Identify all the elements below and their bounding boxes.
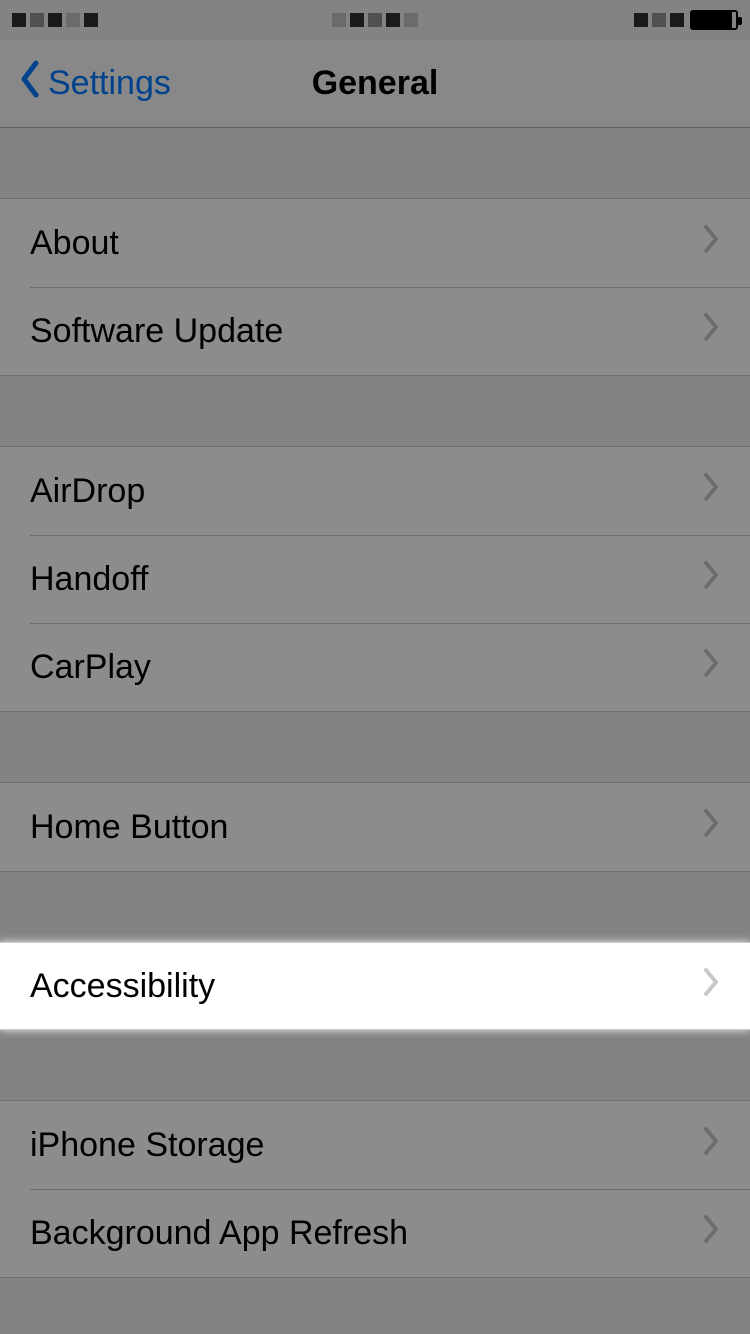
row-label: About [30,224,119,263]
chevron-right-icon [702,560,720,599]
group-spacer [0,712,750,782]
back-label: Settings [48,64,171,103]
group-spacer [0,128,750,198]
chevron-right-icon [702,1214,720,1253]
status-right [634,10,738,30]
row-software-update[interactable]: Software Update [0,287,750,375]
row-home-button[interactable]: Home Button [0,783,750,871]
group-storage: iPhone Storage Background App Refresh [0,1100,750,1278]
row-label: CarPlay [30,648,151,687]
chevron-right-icon [702,312,720,351]
row-accessibility[interactable]: Accessibility [0,942,750,1030]
group-about: About Software Update [0,198,750,376]
chevron-right-icon [702,967,720,1006]
chevron-right-icon [702,808,720,847]
group-home-button: Home Button [0,782,750,872]
group-spacer [0,1030,750,1100]
group-spacer [0,376,750,446]
chevron-left-icon [18,59,42,108]
row-airdrop[interactable]: AirDrop [0,447,750,535]
row-label: Home Button [30,808,228,847]
back-button[interactable]: Settings [0,59,171,108]
row-iphone-storage[interactable]: iPhone Storage [0,1101,750,1189]
row-label: Handoff [30,560,148,599]
clock [332,13,418,27]
row-label: AirDrop [30,472,145,511]
page-title: General [312,64,439,103]
status-left [12,13,98,27]
row-handoff[interactable]: Handoff [0,535,750,623]
status-center [332,13,418,27]
row-background-app-refresh[interactable]: Background App Refresh [0,1189,750,1277]
row-label: iPhone Storage [30,1126,264,1165]
row-about[interactable]: About [0,199,750,287]
row-label: Software Update [30,312,283,351]
row-label: Accessibility [30,967,215,1006]
battery-indicator [634,13,684,27]
signal-indicator [12,13,98,27]
chevron-right-icon [702,224,720,263]
status-bar [0,0,750,40]
group-spacer [0,872,750,942]
group-airdrop: AirDrop Handoff CarPlay [0,446,750,712]
row-label: Background App Refresh [30,1214,408,1253]
nav-bar: Settings General [0,40,750,128]
chevron-right-icon [702,472,720,511]
row-carplay[interactable]: CarPlay [0,623,750,711]
chevron-right-icon [702,648,720,687]
battery-icon [690,10,738,30]
chevron-right-icon [702,1126,720,1165]
